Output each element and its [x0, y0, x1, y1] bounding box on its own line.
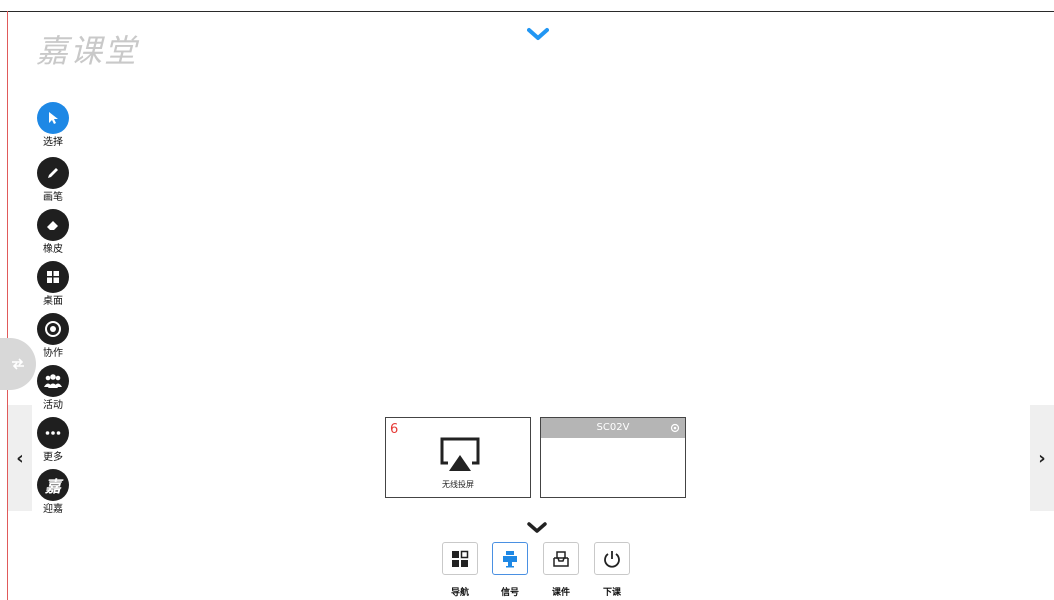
signal-title-text: SC02V [596, 422, 630, 433]
signal-icon [492, 542, 528, 575]
tool-eraser[interactable]: 橡皮 [36, 209, 70, 256]
top-border [0, 11, 1054, 12]
tool-label: 选择 [43, 137, 63, 148]
power-icon [594, 542, 630, 575]
tool-label: 活动 [43, 400, 63, 411]
signal-card-title: SC02V [541, 418, 685, 438]
signal-source-card[interactable]: SC02V [540, 417, 686, 498]
previous-page-button[interactable]: ‹ [8, 405, 32, 511]
tool-label: 迎嘉 [43, 504, 63, 515]
tool-label: 更多 [43, 452, 63, 463]
next-page-button[interactable]: › [1030, 405, 1054, 511]
chevron-left-icon: ‹ [16, 447, 24, 469]
jia-logo-icon: 嘉 [37, 469, 69, 501]
windows-icon [37, 261, 69, 293]
expand-top-chevron-icon[interactable] [527, 26, 549, 42]
swap-arrows-icon [12, 358, 24, 370]
tool-pen[interactable]: 画笔 [36, 157, 70, 204]
courseware-button[interactable]: 课件 [541, 542, 581, 598]
card-number: 6 [390, 422, 399, 437]
grid-icon [442, 542, 478, 575]
tool-label: 画笔 [43, 192, 63, 203]
card-label: 无线投屏 [442, 480, 474, 489]
bottom-button-label: 信号 [500, 588, 519, 598]
collaborate-icon [37, 313, 69, 345]
eraser-icon [37, 209, 69, 241]
airplay-icon [440, 437, 480, 471]
collapse-bottom-chevron-icon[interactable] [527, 522, 547, 534]
bottom-button-label: 导航 [450, 588, 469, 598]
bottom-button-label: 课件 [551, 588, 570, 598]
more-icon [37, 417, 69, 449]
signal-button[interactable]: 信号 [490, 542, 530, 598]
tool-yingjia[interactable]: 嘉 迎嘉 [36, 469, 70, 516]
tool-label: 协作 [43, 348, 63, 359]
toolbar-collapse-tab[interactable] [0, 338, 36, 390]
tool-desktop[interactable]: 桌面 [36, 261, 70, 308]
tool-label: 桌面 [43, 296, 63, 307]
courseware-icon [543, 542, 579, 575]
pen-icon [37, 157, 69, 189]
cursor-icon [37, 102, 69, 134]
tool-label: 橡皮 [43, 244, 63, 255]
left-edge-line [7, 11, 8, 600]
nav-button[interactable]: 导航 [440, 542, 480, 598]
tool-more[interactable]: 更多 [36, 417, 70, 464]
wireless-cast-card[interactable]: 6 无线投屏 [385, 417, 531, 498]
jia-glyph: 嘉 [44, 477, 61, 496]
tool-activity[interactable]: 活动 [36, 365, 70, 412]
bottom-toolbar: 导航 信号 课件 下课 [440, 542, 640, 600]
bottom-button-label: 下课 [602, 588, 621, 598]
app-logo: 嘉课堂 [36, 32, 139, 70]
tool-collaborate[interactable]: 协作 [36, 313, 70, 360]
tool-select[interactable]: 选择 [36, 102, 70, 149]
gear-icon[interactable] [669, 422, 681, 434]
chevron-right-icon: › [1038, 447, 1046, 469]
end-class-button[interactable]: 下课 [592, 542, 632, 598]
people-icon [37, 365, 69, 397]
